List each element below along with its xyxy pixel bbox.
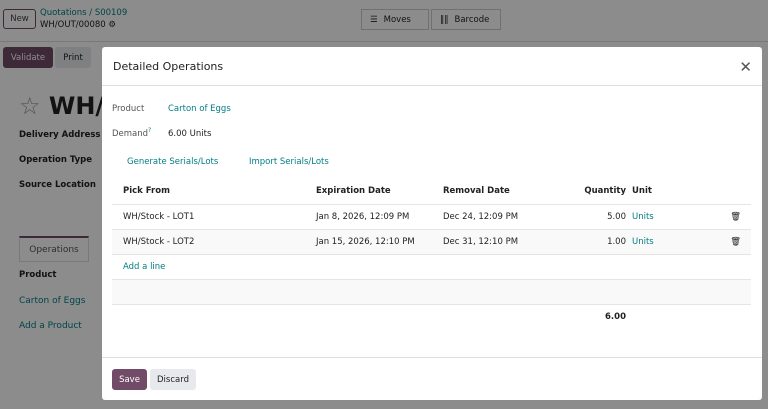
generate-serials-button[interactable]: Generate Serials/Lots	[127, 157, 218, 167]
dialog-footer: Save Discard	[102, 357, 762, 400]
add-line-link[interactable]: Add a line	[112, 254, 751, 280]
col-pick-from[interactable]: Pick From	[112, 179, 305, 205]
trash-icon[interactable]: 🗑	[712, 204, 751, 230]
trash-icon[interactable]: 🗑	[712, 229, 751, 255]
pick-from-cell[interactable]: WH/Stock - LOT2	[112, 229, 305, 255]
removal-cell[interactable]: Dec 24, 12:09 PM	[432, 204, 552, 230]
close-icon[interactable]: ✕	[739, 58, 752, 76]
save-button[interactable]: Save	[112, 369, 147, 390]
table-header: Pick From Expiration Date Removal Date Q…	[112, 179, 751, 205]
table-row[interactable]: WH/Stock - LOT1 Jan 8, 2026, 12:09 PM De…	[112, 204, 751, 230]
unit-cell[interactable]: Units	[632, 204, 712, 230]
detailed-operations-dialog: Detailed Operations ✕ Product Carton of E…	[102, 47, 762, 400]
quantity-cell[interactable]: 1.00	[552, 229, 632, 255]
discard-button[interactable]: Discard	[150, 369, 196, 390]
col-actions	[712, 179, 751, 205]
removal-cell[interactable]: Dec 31, 12:10 PM	[432, 229, 552, 255]
col-quantity[interactable]: Quantity	[552, 179, 632, 205]
pick-from-cell[interactable]: WH/Stock - LOT1	[112, 204, 305, 230]
expiration-cell[interactable]: Jan 8, 2026, 12:09 PM	[305, 204, 432, 230]
dialog-title: Detailed Operations	[102, 47, 762, 86]
demand-value: 6.00	[168, 128, 187, 139]
empty-row	[112, 279, 751, 305]
unit-cell[interactable]: Units	[632, 229, 712, 255]
total-quantity: 6.00	[605, 311, 626, 322]
import-serials-button[interactable]: Import Serials/Lots	[249, 157, 329, 167]
expiration-cell[interactable]: Jan 15, 2026, 12:10 PM	[305, 229, 432, 255]
col-expiration-date[interactable]: Expiration Date	[305, 179, 432, 205]
quantity-cell[interactable]: 5.00	[552, 204, 632, 230]
move-lines-table: Pick From Expiration Date Removal Date Q…	[112, 179, 751, 329]
product-label: Product	[112, 104, 145, 114]
totals-row: 6.00	[112, 304, 751, 329]
table-row[interactable]: WH/Stock - LOT2 Jan 15, 2026, 12:10 PM D…	[112, 229, 751, 255]
col-unit[interactable]: Unit	[632, 179, 712, 205]
demand-text: Demand	[112, 128, 149, 139]
demand-label: Demand?	[112, 127, 168, 139]
help-tooltip[interactable]: ?	[148, 127, 151, 134]
col-removal-date[interactable]: Removal Date	[432, 179, 552, 205]
product-value[interactable]: Carton of Eggs	[168, 104, 231, 114]
demand-unit: Units	[189, 128, 212, 139]
